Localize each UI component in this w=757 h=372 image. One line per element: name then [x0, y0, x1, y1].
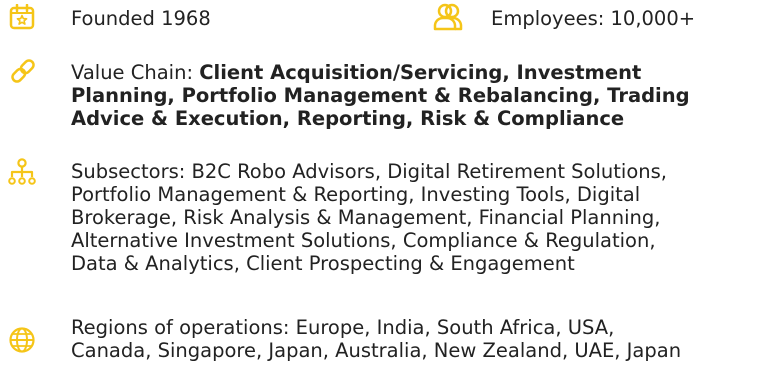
founded-label: Founded 1968	[71, 7, 211, 30]
employees-label: Employees: 10,000+	[491, 7, 696, 30]
subsectors: Subsectors: B2C Robo Advisors, Digital R…	[71, 160, 755, 275]
value-chain: Value Chain: Client Acquisition/Servicin…	[71, 61, 755, 130]
regions: Regions of operations: Europe, India, So…	[71, 316, 755, 362]
org-chart-icon	[8, 158, 36, 185]
calendar-star-icon	[9, 4, 35, 30]
value-chain-label: Value Chain:	[71, 61, 200, 84]
link-icon	[11, 59, 35, 83]
people-icon	[433, 3, 463, 31]
globe-icon	[9, 327, 35, 353]
regions-line: Canada, Singapore, Japan, Australia, New…	[71, 339, 682, 362]
value-chain-line: Client Acquisition/Servicing, Investment	[199, 61, 642, 84]
subsectors-line: Alternative Investment Solutions, Compli…	[71, 229, 656, 252]
value-chain-line: Planning, Portfolio Management & Rebalan…	[71, 84, 690, 107]
subsectors-line: Portfolio Management & Reporting, Invest…	[71, 183, 641, 206]
subsectors-line: Data & Analytics, Client Prospecting & E…	[71, 252, 575, 275]
subsectors-line: Brokerage, Risk Analysis & Management, F…	[71, 206, 661, 229]
subsectors-line: Subsectors: B2C Robo Advisors, Digital R…	[71, 160, 667, 183]
company-facts-panel: { "founded": { "label": "Founded 1968", …	[0, 0, 757, 372]
regions-line: Regions of operations: Europe, India, So…	[71, 316, 615, 339]
value-chain-line: Advice & Execution, Reporting, Risk & Co…	[71, 107, 625, 130]
